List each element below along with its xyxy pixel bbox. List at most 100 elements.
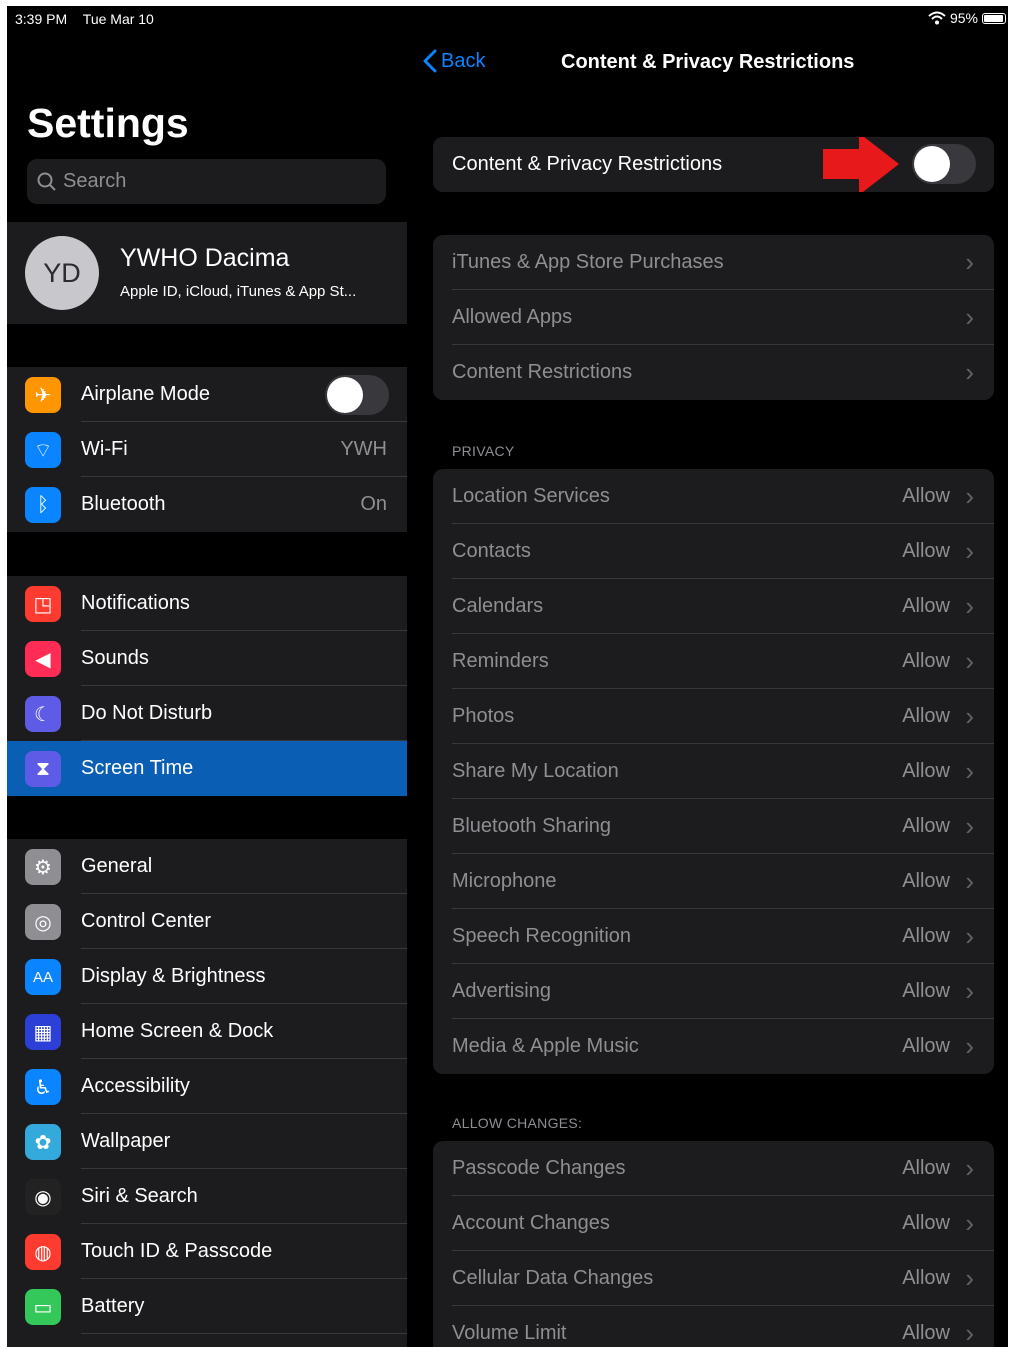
sidebar-item-wi-fi[interactable]: ⌔ Wi-Fi YWH bbox=[7, 422, 407, 477]
sidebar-item-control-center[interactable]: ◎ Control Center bbox=[7, 894, 407, 949]
accessibility-icon: ♿ bbox=[25, 1069, 61, 1105]
sidebar-item-label: Airplane Mode bbox=[81, 383, 210, 405]
fingerprint-icon: ◍ bbox=[25, 1234, 61, 1270]
chevron-right-icon: › bbox=[965, 247, 974, 277]
sidebar-item-label: Display & Brightness bbox=[81, 965, 266, 987]
sidebar-item-label: Sounds bbox=[81, 647, 149, 669]
row-calendars[interactable]: Calendars Allow › bbox=[433, 579, 994, 634]
search-field[interactable]: Search bbox=[27, 159, 386, 204]
row-label: Microphone bbox=[452, 870, 557, 892]
sidebar-item-label: Battery bbox=[81, 1295, 145, 1317]
sidebar-item-value: YWH bbox=[340, 438, 387, 460]
row-value: Allow bbox=[902, 760, 950, 782]
row-value: Allow bbox=[902, 1322, 950, 1344]
sidebar-item-general[interactable]: ⚙ General bbox=[7, 839, 407, 894]
sidebar-item-airplane-mode[interactable]: ✈ Airplane Mode bbox=[7, 367, 407, 422]
settings-sidebar: 3:39 PM Tue Mar 10 Settings Search YD YW… bbox=[7, 6, 407, 1347]
row-bluetooth-sharing[interactable]: Bluetooth Sharing Allow › bbox=[433, 799, 994, 854]
row-value: Allow bbox=[902, 1212, 950, 1234]
avatar: YD bbox=[25, 236, 99, 310]
row-share-my-location[interactable]: Share My Location Allow › bbox=[433, 744, 994, 799]
wifi-status-icon bbox=[928, 11, 946, 25]
sidebar-item-touch-id-and-passcode[interactable]: ◍ Touch ID & Passcode bbox=[7, 1224, 407, 1279]
row-allowed-apps[interactable]: Allowed Apps › bbox=[433, 290, 994, 345]
row-label: Photos bbox=[452, 705, 515, 727]
row-media-and-apple-music[interactable]: Media & Apple Music Allow › bbox=[433, 1019, 994, 1074]
content-privacy-toggle-row: Content & Privacy Restrictions bbox=[433, 137, 994, 192]
chevron-right-icon: › bbox=[965, 481, 974, 511]
row-label: iTunes & App Store Purchases bbox=[452, 251, 724, 273]
sidebar-item-value: On bbox=[360, 493, 387, 515]
content-privacy-toggle[interactable] bbox=[912, 144, 976, 184]
row-volume-limit[interactable]: Volume Limit Allow › bbox=[433, 1306, 994, 1347]
battery-icon: ▭ bbox=[25, 1289, 61, 1325]
chevron-left-icon bbox=[423, 49, 437, 73]
row-location-services[interactable]: Location Services Allow › bbox=[433, 469, 994, 524]
row-cellular-data-changes[interactable]: Cellular Data Changes Allow › bbox=[433, 1251, 994, 1306]
status-date: Tue Mar 10 bbox=[82, 11, 154, 27]
sidebar-item-bluetooth[interactable]: ᛒ Bluetooth On bbox=[7, 477, 407, 532]
chevron-right-icon: › bbox=[965, 756, 974, 786]
moon-icon: ☾ bbox=[25, 696, 61, 732]
sidebar-item-screen-time[interactable]: ⧗ Screen Time bbox=[7, 741, 407, 796]
row-label: Speech Recognition bbox=[452, 925, 632, 947]
privacy-header: PRIVACY bbox=[452, 443, 515, 459]
row-label: Allowed Apps bbox=[452, 306, 573, 328]
speaker-icon: ◀ bbox=[25, 641, 61, 677]
row-contacts[interactable]: Contacts Allow › bbox=[433, 524, 994, 579]
row-account-changes[interactable]: Account Changes Allow › bbox=[433, 1196, 994, 1251]
allow-changes-card: Passcode Changes Allow › Account Changes All… bbox=[433, 1141, 994, 1347]
row-speech-recognition[interactable]: Speech Recognition Allow › bbox=[433, 909, 994, 964]
row-divider bbox=[81, 1333, 407, 1334]
sidebar-item-notifications[interactable]: ◳ Notifications bbox=[7, 576, 407, 631]
sidebar-item-wallpaper[interactable]: ✿ Wallpaper bbox=[7, 1114, 407, 1169]
chevron-right-icon: › bbox=[965, 591, 974, 621]
chevron-right-icon: › bbox=[965, 1153, 974, 1183]
row-label: Location Services bbox=[452, 485, 610, 507]
sidebar-item-battery[interactable]: ▭ Battery bbox=[7, 1279, 407, 1334]
sidebar-item-label: Wi-Fi bbox=[81, 438, 128, 460]
notifications-icon: ◳ bbox=[25, 586, 61, 622]
sidebar-item-display-and-brightness[interactable]: AA Display & Brightness bbox=[7, 949, 407, 1004]
gear-icon: ⚙ bbox=[25, 849, 61, 885]
sidebar-item-sounds[interactable]: ◀ Sounds bbox=[7, 631, 407, 686]
sidebar-item-label: Touch ID & Passcode bbox=[81, 1240, 273, 1262]
allow-changes-header: ALLOW CHANGES: bbox=[452, 1115, 583, 1131]
sidebar-item-label: Do Not Disturb bbox=[81, 702, 213, 724]
row-value: Allow bbox=[902, 595, 950, 617]
row-label: Account Changes bbox=[452, 1212, 610, 1234]
sidebar-item-do-not-disturb[interactable]: ☾ Do Not Disturb bbox=[7, 686, 407, 741]
chevron-right-icon: › bbox=[965, 976, 974, 1006]
search-placeholder: Search bbox=[63, 170, 127, 192]
apple-id-profile[interactable]: YD YWHO Dacima Apple ID, iCloud, iTunes … bbox=[7, 222, 407, 324]
page-title: Content & Privacy Restrictions bbox=[561, 51, 855, 73]
row-label: Reminders bbox=[452, 650, 549, 672]
row-reminders[interactable]: Reminders Allow › bbox=[433, 634, 994, 689]
row-content-restrictions[interactable]: Content Restrictions › bbox=[433, 345, 994, 400]
row-value: Allow bbox=[902, 815, 950, 837]
row-advertising[interactable]: Advertising Allow › bbox=[433, 964, 994, 1019]
row-passcode-changes[interactable]: Passcode Changes Allow › bbox=[433, 1141, 994, 1196]
row-photos[interactable]: Photos Allow › bbox=[433, 689, 994, 744]
sidebar-item-label: Siri & Search bbox=[81, 1185, 198, 1207]
main-toggle-card: Content & Privacy Restrictions bbox=[433, 137, 994, 192]
sidebar-item-label: Wallpaper bbox=[81, 1130, 171, 1152]
row-value: Allow bbox=[902, 705, 950, 727]
battery-percent: 95% bbox=[949, 10, 978, 26]
toggle-knob bbox=[914, 146, 950, 182]
row-itunes-and-app-store-purchases[interactable]: iTunes & App Store Purchases › bbox=[433, 235, 994, 290]
sidebar-item-home-screen-and-dock[interactable]: ▦ Home Screen & Dock bbox=[7, 1004, 407, 1059]
back-button[interactable]: Back bbox=[423, 49, 485, 73]
profile-name: YWHO Dacima bbox=[120, 244, 290, 272]
airplane-mode-toggle[interactable] bbox=[325, 374, 389, 415]
row-label: Passcode Changes bbox=[452, 1157, 626, 1179]
row-microphone[interactable]: Microphone Allow › bbox=[433, 854, 994, 909]
bluetooth-icon: ᛒ bbox=[25, 487, 61, 523]
sidebar-item-accessibility[interactable]: ♿ Accessibility bbox=[7, 1059, 407, 1114]
text-size-icon: AA bbox=[25, 959, 61, 995]
wifi-icon: ⌔ bbox=[25, 432, 61, 468]
sidebar-item-siri-and-search[interactable]: ◉ Siri & Search bbox=[7, 1169, 407, 1224]
chevron-right-icon: › bbox=[965, 866, 974, 896]
row-value: Allow bbox=[902, 485, 950, 507]
row-label: Volume Limit bbox=[452, 1322, 567, 1344]
